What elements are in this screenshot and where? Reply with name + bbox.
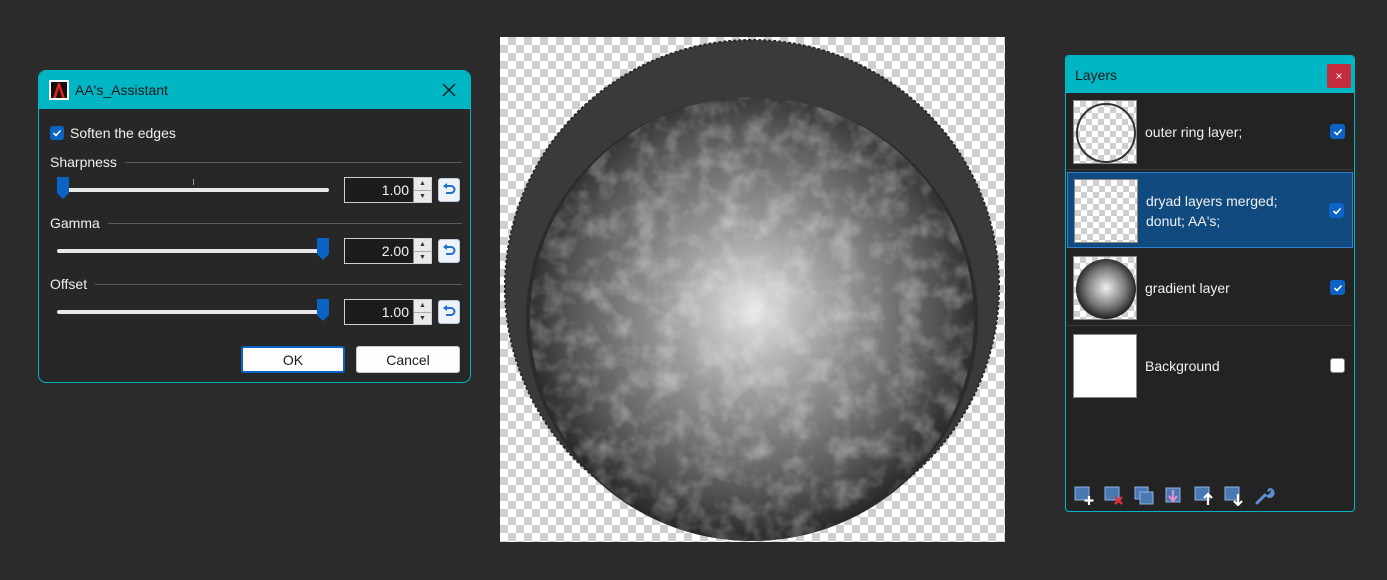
reset-icon bbox=[443, 305, 456, 316]
layer-row-dryad-merged[interactable]: dryad layers merged; donut; AA's; bbox=[1067, 172, 1353, 248]
layer-visibility-checkbox[interactable] bbox=[1330, 124, 1345, 139]
layer-visibility-checkbox[interactable] bbox=[1329, 203, 1344, 218]
sharpness-reset-button[interactable] bbox=[438, 178, 460, 202]
reset-icon bbox=[443, 183, 456, 194]
sharpness-group: Sharpness 1.00 ▲ ▼ bbox=[50, 153, 462, 203]
offset-spinbox[interactable]: 1.00 ▲ ▼ bbox=[344, 299, 432, 325]
slider-thumb[interactable] bbox=[317, 238, 329, 260]
spin-up-icon[interactable]: ▲ bbox=[414, 300, 431, 312]
layers-title-bar[interactable]: Layers × bbox=[1066, 56, 1354, 93]
soften-edges-checkbox[interactable]: Soften the edges bbox=[50, 125, 176, 141]
move-layer-down-icon[interactable] bbox=[1222, 483, 1246, 507]
gamma-slider[interactable] bbox=[57, 238, 329, 262]
spin-down-icon[interactable]: ▼ bbox=[414, 189, 431, 202]
divider bbox=[95, 283, 462, 285]
divider bbox=[107, 222, 462, 224]
layer-name: Background bbox=[1145, 358, 1220, 374]
vein-texture bbox=[530, 97, 974, 541]
sharpness-spinbox[interactable]: 1.00 ▲ ▼ bbox=[344, 177, 432, 203]
slider-tick bbox=[193, 179, 194, 185]
slider-thumb[interactable] bbox=[57, 177, 69, 199]
move-layer-up-icon[interactable] bbox=[1192, 483, 1216, 507]
gamma-value[interactable]: 2.00 bbox=[345, 239, 413, 263]
offset-value[interactable]: 1.00 bbox=[345, 300, 413, 324]
gamma-reset-button[interactable] bbox=[438, 239, 460, 263]
image-canvas[interactable] bbox=[500, 37, 1005, 542]
app-icon bbox=[49, 80, 69, 100]
sharpness-value[interactable]: 1.00 bbox=[345, 178, 413, 202]
reset-icon bbox=[443, 244, 456, 255]
layers-panel: Layers × outer ring layer; dryad layers … bbox=[1065, 55, 1355, 512]
layer-row-background[interactable]: Background bbox=[1067, 328, 1353, 404]
offset-slider[interactable] bbox=[57, 299, 329, 323]
layer-row-outer-ring[interactable]: outer ring layer; bbox=[1067, 94, 1353, 170]
slider-track bbox=[57, 249, 329, 253]
offset-group: Offset 1.00 ▲ ▼ bbox=[50, 275, 462, 325]
layers-title: Layers bbox=[1075, 67, 1118, 83]
layer-properties-icon[interactable] bbox=[1252, 483, 1276, 507]
sharpness-slider[interactable] bbox=[57, 177, 329, 201]
spin-down-icon[interactable]: ▼ bbox=[414, 250, 431, 263]
checkbox-checked-icon[interactable] bbox=[50, 126, 64, 140]
dialog-close-button[interactable] bbox=[436, 77, 462, 103]
cancel-button[interactable]: Cancel bbox=[356, 346, 460, 373]
spin-up-icon[interactable]: ▲ bbox=[414, 239, 431, 251]
slider-thumb[interactable] bbox=[317, 299, 329, 321]
canvas-artwork bbox=[504, 39, 1000, 541]
merge-layer-down-icon[interactable] bbox=[1162, 483, 1186, 507]
layer-name: dryad layers merged; donut; AA's; bbox=[1146, 193, 1278, 229]
offset-label: Offset bbox=[50, 276, 88, 292]
dialog-title: AA's_Assistant bbox=[75, 82, 168, 98]
dialog-title-bar[interactable]: AA's_Assistant bbox=[39, 71, 470, 109]
close-icon bbox=[442, 83, 456, 97]
duplicate-layer-icon[interactable] bbox=[1132, 483, 1156, 507]
layer-thumbnail bbox=[1074, 179, 1138, 243]
layers-toolbar bbox=[1066, 479, 1354, 511]
layer-visibility-checkbox[interactable] bbox=[1330, 358, 1345, 373]
add-layer-icon[interactable] bbox=[1072, 483, 1096, 507]
layer-row-gradient[interactable]: gradient layer bbox=[1067, 250, 1353, 326]
delete-layer-icon[interactable] bbox=[1102, 483, 1126, 507]
slider-track bbox=[57, 188, 329, 192]
soften-edges-label: Soften the edges bbox=[70, 125, 176, 141]
layer-thumbnail bbox=[1073, 334, 1137, 398]
sharpness-label: Sharpness bbox=[50, 154, 117, 170]
divider bbox=[124, 161, 462, 163]
gamma-group: Gamma 2.00 ▲ ▼ bbox=[50, 214, 462, 264]
slider-track bbox=[57, 310, 329, 314]
layer-thumbnail bbox=[1073, 256, 1137, 320]
gamma-label: Gamma bbox=[50, 215, 100, 231]
spin-down-icon[interactable]: ▼ bbox=[414, 311, 431, 324]
aa-assistant-dialog: AA's_Assistant Soften the edges Sharpnes… bbox=[38, 70, 471, 383]
ok-button[interactable]: OK bbox=[241, 346, 345, 373]
layer-name: gradient layer bbox=[1145, 280, 1230, 296]
layer-name: outer ring layer; bbox=[1145, 124, 1243, 140]
layer-thumbnail bbox=[1073, 100, 1137, 164]
layer-visibility-checkbox[interactable] bbox=[1330, 280, 1345, 295]
spin-up-icon[interactable]: ▲ bbox=[414, 178, 431, 190]
layers-close-button[interactable]: × bbox=[1327, 64, 1351, 88]
gamma-spinbox[interactable]: 2.00 ▲ ▼ bbox=[344, 238, 432, 264]
offset-reset-button[interactable] bbox=[438, 300, 460, 324]
